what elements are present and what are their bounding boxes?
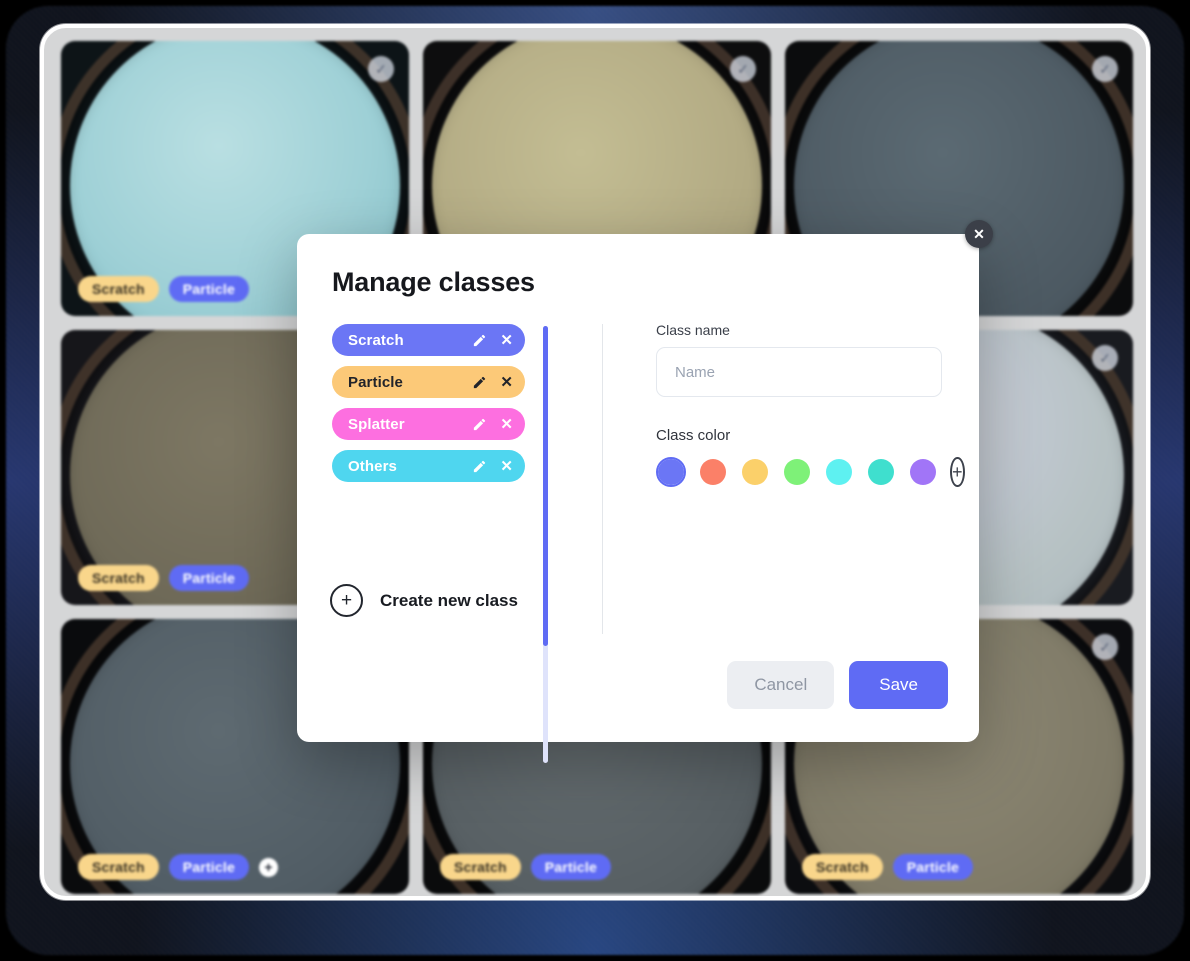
class-chip[interactable]: Splatter ✕ [332,408,525,440]
color-swatch[interactable] [866,457,896,487]
class-chip-label: Others [348,457,397,475]
manage-classes-modal: ✕ Manage classes Scratch ✕ Particle ✕ Splatt… [297,220,993,763]
class-chip-label: Splatter [348,415,405,433]
class-chip[interactable]: Others ✕ [332,450,525,482]
pencil-icon[interactable] [472,417,487,432]
check-circle-icon[interactable]: ✓ [1092,634,1118,660]
tile-tag-list: Scratch Particle [78,276,249,302]
check-circle-icon[interactable]: ✓ [1092,345,1118,371]
plus-icon[interactable]: + [258,857,278,877]
color-swatch-dot[interactable] [658,459,684,485]
tile-tag-scratch[interactable]: Scratch [78,276,159,302]
check-circle-icon[interactable]: ✓ [730,56,756,82]
class-name-label: Class name [656,322,730,338]
close-icon[interactable]: ✕ [500,417,513,432]
class-color-label: Class color [656,427,731,444]
tile-tag-particle[interactable]: Particle [168,276,249,302]
close-icon[interactable]: ✕ [500,375,513,390]
plus-circle-icon: + [330,584,363,617]
color-swatch-dot[interactable] [700,459,726,485]
color-swatch[interactable] [656,457,686,487]
close-icon[interactable]: ✕ [500,333,513,348]
tile-tag-list: Scratch Particle [802,854,973,880]
save-button[interactable]: Save [849,661,948,709]
class-name-input[interactable] [656,347,942,397]
class-color-swatches: + [656,457,965,487]
pencil-icon[interactable] [472,333,487,348]
class-chip-label: Particle [348,373,403,391]
class-chip-actions: ✕ [472,333,513,348]
class-chip-label: Scratch [348,331,404,349]
class-chip-actions: ✕ [472,459,513,474]
tile-tag-scratch[interactable]: Scratch [440,854,521,880]
cancel-button[interactable]: Cancel [727,661,835,709]
color-swatch-dot[interactable] [742,459,768,485]
tile-tag-scratch[interactable]: Scratch [802,854,883,880]
color-swatch[interactable] [908,457,938,487]
class-chip-actions: ✕ [472,375,513,390]
color-swatch[interactable] [824,457,854,487]
tile-tag-particle[interactable]: Particle [168,854,249,880]
tile-tag-particle[interactable]: Particle [168,565,249,591]
check-circle-icon[interactable]: ✓ [368,56,394,82]
class-chip-actions: ✕ [472,417,513,432]
create-new-class-label: Create new class [380,590,518,610]
color-swatch-dot[interactable] [826,459,852,485]
class-list: Scratch ✕ Particle ✕ Splatter ✕ Others ✕ [332,324,557,566]
page-title: Manage classes [332,267,535,297]
tile-tag-scratch[interactable]: Scratch [78,854,159,880]
close-icon[interactable]: ✕ [965,220,993,248]
close-icon[interactable]: ✕ [500,459,513,474]
class-list-scrollbar[interactable] [543,326,548,763]
column-divider [602,324,603,634]
tile-tag-list: Scratch Particle + [78,854,278,880]
tile-tag-list: Scratch Particle [78,565,249,591]
color-swatch[interactable] [782,457,812,487]
pencil-icon[interactable] [472,375,487,390]
app-window: ✓ Scratch Particle ✓ Scratch Particle ✓ Scratch… [0,0,1190,961]
class-list-scrollbar-thumb[interactable] [543,326,548,646]
class-editor-pane: Class name Class color + [656,322,965,487]
modal-footer: Cancel Save [727,661,948,709]
color-swatch[interactable] [740,457,770,487]
pencil-icon[interactable] [472,459,487,474]
class-chip[interactable]: Particle ✕ [332,366,525,398]
tile-tag-particle[interactable]: Particle [892,854,973,880]
check-circle-icon[interactable]: ✓ [1092,56,1118,82]
plus-icon[interactable]: + [950,457,965,487]
tile-tag-scratch[interactable]: Scratch [78,565,159,591]
create-new-class-button[interactable]: + Create new class [330,584,518,617]
color-swatch-dot[interactable] [784,459,810,485]
class-chip[interactable]: Scratch ✕ [332,324,525,356]
tile-tag-list: Scratch Particle [440,854,611,880]
color-swatch-dot[interactable] [868,459,894,485]
device-frame: ✓ Scratch Particle ✓ Scratch Particle ✓ Scratch… [40,24,1150,900]
color-swatch-dot[interactable] [910,459,936,485]
color-swatch[interactable] [698,457,728,487]
tile-tag-particle[interactable]: Particle [530,854,611,880]
